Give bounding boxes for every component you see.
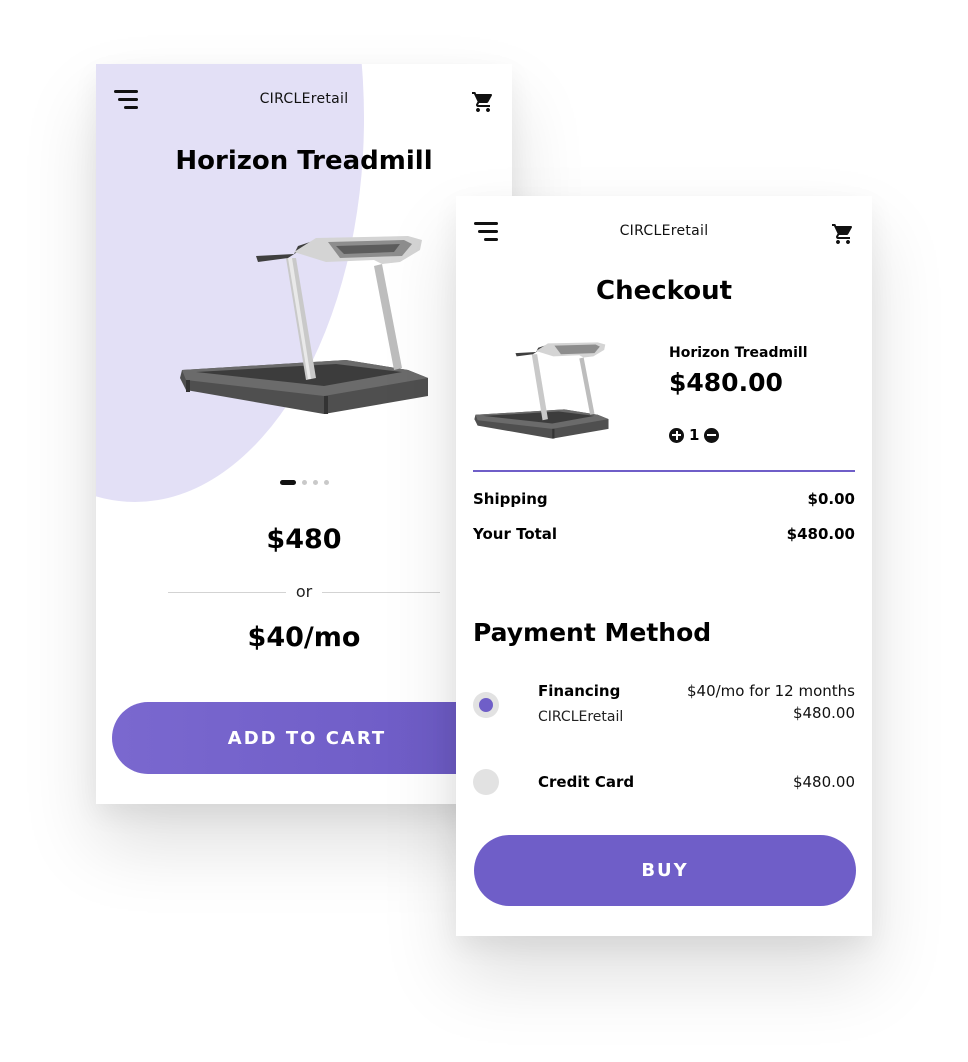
- financing-option-provider: CIRCLEretail: [538, 709, 624, 725]
- financing-radio[interactable]: [473, 692, 499, 718]
- total-label: Your Total: [473, 525, 558, 543]
- shipping-value: $0.00: [807, 490, 855, 508]
- credit-card-amount: $480.00: [792, 773, 855, 791]
- credit-card-radio[interactable]: [473, 769, 499, 795]
- carousel-dot[interactable]: [312, 480, 318, 485]
- total-row: Your Total $480.00: [473, 525, 855, 543]
- cart-icon[interactable]: [830, 222, 856, 246]
- cart-item-image: [474, 342, 609, 439]
- add-to-cart-button[interactable]: ADD TO CART: [112, 702, 512, 774]
- quantity-value: 1: [689, 426, 700, 444]
- carousel-dot[interactable]: [301, 480, 307, 485]
- financing-option-name[interactable]: Financing: [538, 682, 620, 700]
- payment-method-title: Payment Method: [473, 618, 712, 647]
- shipping-row: Shipping $0.00: [473, 490, 855, 508]
- divider: [473, 470, 855, 472]
- checkout-screen: CIRCLEretail Checkout Horizon Treadmill …: [456, 196, 872, 936]
- checkout-title: Checkout: [595, 276, 733, 306]
- plus-icon[interactable]: [669, 427, 684, 443]
- carousel-dots[interactable]: [96, 472, 512, 485]
- carousel-dot[interactable]: [323, 480, 329, 485]
- cart-item-price: $480.00: [669, 368, 783, 397]
- buy-button[interactable]: BUY: [474, 835, 856, 906]
- or-separator: or: [168, 582, 440, 602]
- quantity-stepper: 1: [669, 426, 720, 444]
- shipping-label: Shipping: [473, 490, 548, 508]
- radio-selected-indicator: [479, 698, 493, 712]
- cart-item-name: Horizon Treadmill: [669, 345, 808, 361]
- brand-name: CIRCLEretail: [259, 91, 349, 107]
- financing-amount: $480.00: [792, 704, 855, 722]
- product-price: $480: [266, 524, 342, 555]
- total-value: $480.00: [786, 525, 855, 543]
- brand-name: CIRCLEretail: [619, 223, 709, 239]
- credit-card-option-name[interactable]: Credit Card: [538, 773, 634, 791]
- product-screen: CIRCLEretail Horizon Treadmill $480 or $…: [96, 64, 512, 804]
- cart-icon[interactable]: [470, 90, 496, 114]
- carousel-dot-active[interactable]: [279, 480, 296, 485]
- monthly-price: $40/mo: [247, 622, 361, 653]
- product-title: Horizon Treadmill: [175, 146, 433, 176]
- financing-terms: $40/mo for 12 months: [687, 682, 855, 700]
- minus-icon[interactable]: [704, 427, 720, 443]
- product-image: [180, 236, 428, 414]
